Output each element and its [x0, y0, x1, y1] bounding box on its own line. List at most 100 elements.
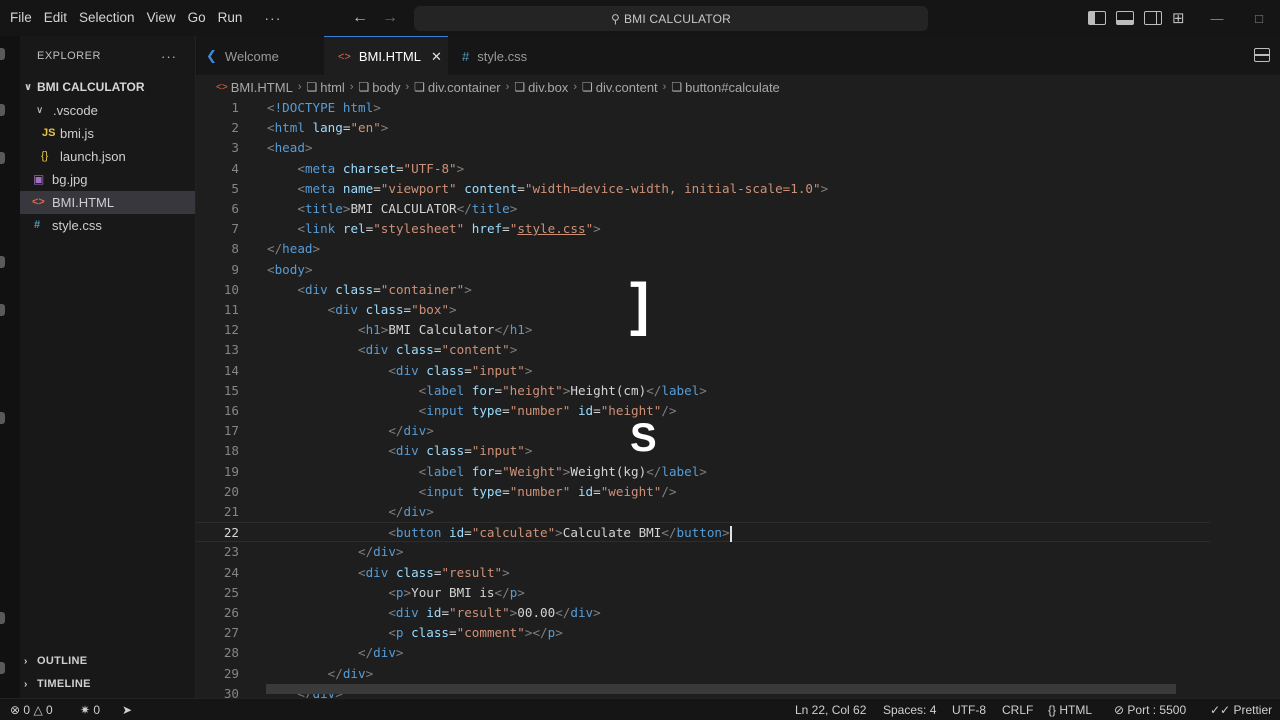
outline-section[interactable]: › OUTLINE — [20, 650, 196, 673]
tab-welcome[interactable]: ❮ Welcome — [206, 36, 324, 76]
breadcrumb-div-box[interactable]: ❏ div.box — [514, 80, 568, 95]
code-line[interactable]: 27 <p class="comment"></p> — [196, 623, 1210, 643]
command-center-label: BMI CALCULATOR — [623, 11, 732, 26]
minimize-icon[interactable]: — — [1196, 11, 1238, 26]
end-of-line[interactable]: CRLF — [1002, 699, 1033, 720]
code-line[interactable]: 12 <h1>BMI Calculator</h1> — [196, 320, 1210, 340]
customize-layout-icon[interactable]: ⊞ — [1172, 9, 1185, 27]
code-line[interactable]: 14 <div class="input"> — [196, 361, 1210, 381]
code-line[interactable]: 26 <div id="result">00.00</div> — [196, 603, 1210, 623]
code-token: < — [358, 564, 366, 580]
code-token: div — [570, 605, 594, 620]
code-line[interactable]: 4 <meta charset="UTF-8"> — [196, 159, 1210, 179]
menu-run[interactable]: Run — [212, 0, 249, 36]
menu-file[interactable]: File — [4, 0, 38, 36]
code-token: </ — [327, 665, 343, 681]
code-line[interactable]: 20 <input type="number" id="weight"/> — [196, 482, 1210, 502]
error-count: 0 — [23, 703, 31, 717]
code-line[interactable]: 15 <label for="height">Height(cm)</label… — [196, 381, 1210, 401]
code-line[interactable]: 19 <label for="Weight">Weight(kg)</label… — [196, 462, 1210, 482]
code-line[interactable]: 13 <div class="content"> — [196, 340, 1210, 360]
element-icon: ❏ — [414, 80, 425, 94]
code-line[interactable]: 18 <div class="input"> — [196, 441, 1210, 461]
activity-extensions-icon[interactable] — [0, 304, 5, 316]
code-line[interactable]: 3 <head> — [196, 138, 1210, 158]
tree-item-bmi-js[interactable]: JS bmi.js — [20, 122, 195, 145]
code-line[interactable]: 7 <link rel="stylesheet" href="style.css… — [196, 219, 1210, 239]
code-token: head — [274, 140, 305, 156]
tab-bmi-html[interactable]: <> BMI.HTML ✕ — [324, 36, 448, 76]
live-share-icon[interactable]: ➤ — [122, 699, 132, 720]
menu-view[interactable]: View — [141, 0, 182, 36]
breadcrumb-html[interactable]: ❏ html — [306, 80, 344, 95]
code-line[interactable]: 1 <!DOCTYPE html> — [196, 98, 1210, 118]
activity-source-control-icon[interactable] — [0, 152, 5, 164]
live-server-port[interactable]: ⊘ Port : 5500 — [1114, 699, 1186, 720]
back-arrow-icon[interactable]: ← — [352, 9, 368, 27]
split-editor-icon[interactable] — [1254, 48, 1270, 62]
encoding[interactable]: UTF-8 — [952, 699, 986, 720]
timeline-section[interactable]: › TIMELINE — [20, 673, 196, 696]
horizontal-scrollbar[interactable] — [266, 684, 1176, 694]
code-token: > — [403, 584, 412, 600]
menu-go[interactable]: Go — [182, 0, 212, 36]
tree-item-launch-json[interactable]: {} launch.json — [20, 145, 195, 168]
project-folder[interactable]: ∨ BMI CALCULATOR — [20, 76, 195, 99]
indentation[interactable]: Spaces: 4 — [883, 699, 936, 720]
activity-remote-icon[interactable] — [0, 412, 5, 424]
tree-item-bmi-html[interactable]: <> BMI.HTML — [20, 191, 195, 214]
menu-edit[interactable]: Edit — [38, 0, 73, 36]
activity-search-icon[interactable] — [0, 104, 5, 116]
code-line[interactable]: 28 </div> — [196, 643, 1210, 663]
code-line[interactable]: 11 <div class="box"> — [196, 300, 1210, 320]
tree-item-style-css[interactable]: # style.css — [20, 214, 195, 237]
code-line[interactable]: 22 <button id="calculate">Calculate BMI<… — [196, 522, 1210, 543]
menu-selection[interactable]: Selection — [73, 0, 141, 36]
toggle-secondary-sidebar-icon[interactable] — [1144, 11, 1162, 25]
code-line[interactable]: 25 <p>Your BMI is</p> — [196, 583, 1210, 603]
code-line[interactable]: 5 <meta name="viewport" content="width=d… — [196, 179, 1210, 199]
breadcrumb-body[interactable]: ❏ body — [358, 80, 400, 95]
code-token: div — [304, 281, 336, 297]
activity-run-debug-icon[interactable] — [0, 256, 5, 268]
maximize-icon[interactable]: □ — [1238, 11, 1280, 26]
code-token: BMI Calculator — [388, 322, 495, 338]
ports-indicator[interactable]: ✷ 0 — [80, 699, 100, 720]
code-line[interactable]: 2 <html lang="en"> — [196, 118, 1210, 138]
forward-arrow-icon[interactable]: → — [382, 9, 398, 27]
code-line[interactable]: 23 </div> — [196, 542, 1210, 562]
breadcrumb-div-content[interactable]: ❏ div.content — [582, 80, 658, 95]
code-token: < — [388, 605, 396, 620]
problems-indicator[interactable]: ⊗ 0 △ 0 — [10, 699, 53, 720]
code-line[interactable]: 29 </div> — [196, 664, 1210, 684]
breadcrumb-file[interactable]: <> BMI.HTML — [216, 80, 293, 95]
activity-settings-icon[interactable] — [0, 662, 5, 674]
code-line[interactable]: 16 <input type="number" id="height"/> — [196, 401, 1210, 421]
cursor-position[interactable]: Ln 22, Col 62 — [795, 699, 866, 720]
code-line[interactable]: 24 <div class="result"> — [196, 563, 1210, 583]
code-editor[interactable]: 1 <!DOCTYPE html> 2 <html lang="en"> 3 <head>… — [196, 98, 1280, 700]
command-center-search[interactable]: ⚲ BMI CALCULATOR — [414, 6, 928, 31]
code-line[interactable]: 6 <title>BMI CALCULATOR</title> — [196, 199, 1210, 219]
breadcrumb-div-container[interactable]: ❏ div.container — [414, 80, 501, 95]
code-token: for — [471, 382, 495, 398]
code-line[interactable]: 21 </div> — [196, 502, 1210, 522]
tree-item-bg-jpg[interactable]: ▣ bg.jpg — [20, 168, 195, 191]
code-line[interactable]: 8 </head> — [196, 239, 1210, 259]
code-line[interactable]: 17 </div> — [196, 421, 1210, 441]
explorer-more-button[interactable]: ··· — [161, 49, 177, 64]
code-line[interactable]: 9 <body> — [196, 260, 1210, 280]
language-mode[interactable]: {} HTML — [1048, 699, 1092, 720]
toggle-panel-icon[interactable] — [1116, 11, 1134, 25]
tree-item-vscode-folder[interactable]: ∨ .vscode — [20, 99, 195, 122]
code-line[interactable]: 10 <div class="container"> — [196, 280, 1210, 300]
close-icon[interactable]: ✕ — [431, 49, 442, 65]
breadcrumb-button-calculate[interactable]: ❏ button#calculate — [671, 80, 779, 95]
menu-more-button[interactable]: ··· — [264, 10, 281, 26]
activity-explorer-icon[interactable] — [0, 48, 5, 60]
tab-style-css[interactable]: # style.css — [462, 36, 562, 76]
activity-accounts-icon[interactable] — [0, 612, 5, 624]
toggle-primary-sidebar-icon[interactable] — [1088, 11, 1106, 25]
prettier-status[interactable]: ✓✓ Prettier — [1210, 699, 1272, 720]
